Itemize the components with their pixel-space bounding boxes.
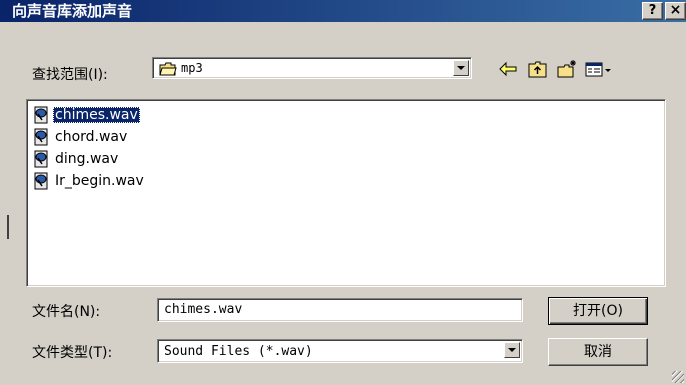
wav-file-icon xyxy=(34,106,48,124)
left-edge-titlebar xyxy=(0,0,8,22)
file-type-dropdown[interactable]: Sound Files (*.wav) xyxy=(157,339,523,363)
help-button[interactable]: ? xyxy=(642,2,663,20)
file-type-value: Sound Files (*.wav) xyxy=(164,344,313,359)
file-name-input[interactable]: chimes.wav xyxy=(157,298,523,322)
file-name: Ir_begin.wav xyxy=(55,173,144,189)
cancel-button[interactable]: 取消 xyxy=(548,338,648,366)
file-item-chimes[interactable]: chimes.wav xyxy=(33,106,140,124)
up-folder-icon[interactable] xyxy=(527,59,549,79)
folder-icon xyxy=(159,62,177,76)
look-in-label: 查找范围(I): xyxy=(32,67,108,83)
file-list[interactable]: chimes.wav chord.wav ding.wav Ir_begin.w… xyxy=(26,99,666,287)
file-name: ding.wav xyxy=(55,151,119,167)
file-name-value: chimes.wav xyxy=(164,302,243,317)
file-name: chimes.wav xyxy=(53,107,140,123)
wav-file-icon xyxy=(34,172,48,190)
look-in-value: mp3 xyxy=(181,61,203,75)
open-button[interactable]: 打开(O) xyxy=(548,297,648,325)
file-item-ding[interactable]: ding.wav xyxy=(33,150,120,168)
look-in-dropdown-arrow[interactable] xyxy=(453,60,469,76)
file-item-ir-begin[interactable]: Ir_begin.wav xyxy=(33,172,146,190)
dialog-title: 向声音库添加声音 xyxy=(12,2,133,20)
left-edge xyxy=(0,0,9,385)
close-button[interactable]: × xyxy=(665,2,686,20)
wav-file-icon xyxy=(34,128,48,146)
new-folder-icon[interactable] xyxy=(556,59,578,79)
view-menu-icon[interactable] xyxy=(584,59,614,79)
file-type-label: 文件类型(T): xyxy=(32,345,113,361)
file-name-label: 文件名(N): xyxy=(32,304,101,320)
file-item-chord[interactable]: chord.wav xyxy=(33,128,129,146)
resize-grip[interactable] xyxy=(672,371,684,383)
file-type-dropdown-arrow[interactable] xyxy=(504,342,520,358)
file-name: chord.wav xyxy=(55,129,128,145)
wav-file-icon xyxy=(34,150,48,168)
look-in-dropdown[interactable]: mp3 xyxy=(152,57,472,79)
back-arrow-icon[interactable] xyxy=(497,59,519,79)
title-bar[interactable]: 向声音库添加声音 ? × xyxy=(8,0,686,22)
left-edge-splitter[interactable] xyxy=(7,215,9,239)
